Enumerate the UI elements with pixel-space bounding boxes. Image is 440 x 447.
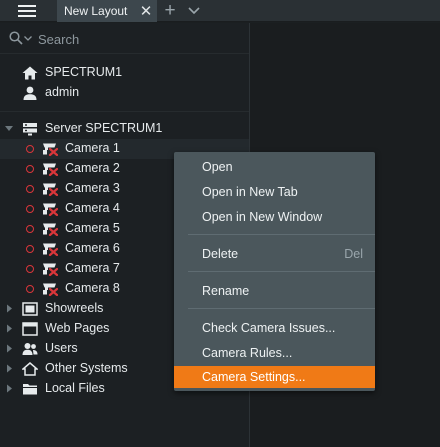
showreels-icon: [22, 302, 38, 316]
status-offline-icon: [26, 245, 34, 253]
expand-right-icon[interactable]: [5, 364, 13, 373]
title-bar: New Layout ✕ +: [0, 0, 440, 22]
group-label: Users: [45, 341, 78, 355]
group-label: Other Systems: [45, 361, 128, 375]
status-offline-icon: [26, 145, 34, 153]
camera-label: Camera 4: [65, 201, 120, 215]
status-offline-icon: [26, 265, 34, 273]
tab-label: New Layout: [64, 4, 128, 18]
expand-right-icon[interactable]: [5, 304, 13, 313]
camera-label: Camera 7: [65, 261, 120, 275]
menu-item-label: Camera Rules...: [202, 346, 293, 360]
camera-label: Camera 2: [65, 161, 120, 175]
menu-item-camera-settings[interactable]: Camera Settings...: [174, 366, 375, 388]
camera-offline-icon: [42, 282, 59, 297]
menu-item-label: Open in New Tab: [202, 185, 298, 199]
menu-item-camera-rules[interactable]: Camera Rules...: [174, 342, 375, 364]
users-icon: [22, 343, 38, 355]
camera-label: Camera 6: [65, 241, 120, 255]
status-offline-icon: [26, 185, 34, 193]
expand-right-icon[interactable]: [5, 384, 13, 393]
menu-separator: [188, 271, 375, 272]
menu-item-check-camera-issues[interactable]: Check Camera Issues...: [174, 317, 375, 339]
camera-offline-icon: [42, 202, 59, 217]
user-icon: [23, 86, 37, 100]
menu-item-label: Rename: [202, 284, 250, 298]
search-input[interactable]: [38, 29, 238, 49]
camera-label: Camera 1: [65, 141, 120, 155]
other-systems-icon: [22, 362, 38, 376]
camera-offline-icon: [42, 162, 59, 177]
status-offline-icon: [26, 165, 34, 173]
folder-icon: [23, 384, 37, 395]
main-menu-button[interactable]: [0, 0, 54, 22]
user-row[interactable]: admin: [0, 83, 249, 103]
close-icon[interactable]: ✕: [139, 3, 153, 20]
server-icon: [23, 123, 37, 136]
menu-item-label: Open in New Window: [202, 210, 323, 224]
menu-separator: [188, 308, 375, 309]
menu-item-label: Open: [202, 160, 233, 174]
status-offline-icon: [26, 225, 34, 233]
search-bar: [0, 23, 249, 54]
hamburger-icon: [18, 5, 36, 17]
home-icon: [22, 66, 38, 80]
web-pages-icon: [22, 322, 38, 336]
camera-label: Camera 8: [65, 281, 120, 295]
tab-new-layout[interactable]: New Layout ✕: [57, 0, 157, 22]
caret-down-icon[interactable]: [24, 36, 32, 41]
camera-offline-icon: [42, 182, 59, 197]
expand-down-icon[interactable]: [5, 124, 13, 133]
group-label: Local Files: [45, 381, 105, 395]
group-label: Web Pages: [45, 321, 110, 335]
group-label: Showreels: [45, 301, 104, 315]
menu-item-label: Delete: [202, 247, 239, 261]
user-name: admin: [45, 85, 80, 99]
chevron-down-icon[interactable]: [186, 2, 202, 20]
plus-icon[interactable]: +: [162, 0, 178, 21]
expand-right-icon[interactable]: [5, 344, 13, 353]
menu-item-rename[interactable]: Rename: [174, 280, 375, 302]
menu-item-open[interactable]: Open: [174, 156, 375, 178]
menu-item-label: Check Camera Issues...: [202, 321, 336, 335]
camera-offline-icon: [42, 262, 59, 277]
camera-offline-icon: [42, 142, 59, 157]
system-row[interactable]: SPECTRUM1: [0, 63, 249, 83]
system-name: SPECTRUM1: [45, 65, 123, 79]
search-icon[interactable]: [9, 31, 23, 45]
camera-label: Camera 3: [65, 181, 120, 195]
separator: [0, 111, 249, 112]
menu-item-label: Camera Settings...: [202, 370, 306, 384]
tree-item-server[interactable]: Server SPECTRUM1: [0, 119, 249, 139]
status-offline-icon: [26, 205, 34, 213]
camera-offline-icon: [42, 242, 59, 257]
camera-offline-icon: [42, 222, 59, 237]
menu-item-open-in-new-tab[interactable]: Open in New Tab: [174, 181, 375, 203]
status-offline-icon: [26, 285, 34, 293]
context-menu: Open Open in New Tab Open in New Window …: [174, 152, 375, 391]
server-label: Server SPECTRUM1: [45, 121, 163, 135]
menu-item-open-in-new-window[interactable]: Open in New Window: [174, 206, 375, 228]
menu-item-delete[interactable]: Delete Del: [174, 243, 375, 265]
expand-right-icon[interactable]: [5, 324, 13, 333]
menu-separator: [188, 234, 375, 235]
camera-label: Camera 5: [65, 221, 120, 235]
menu-item-shortcut: Del: [344, 247, 363, 261]
